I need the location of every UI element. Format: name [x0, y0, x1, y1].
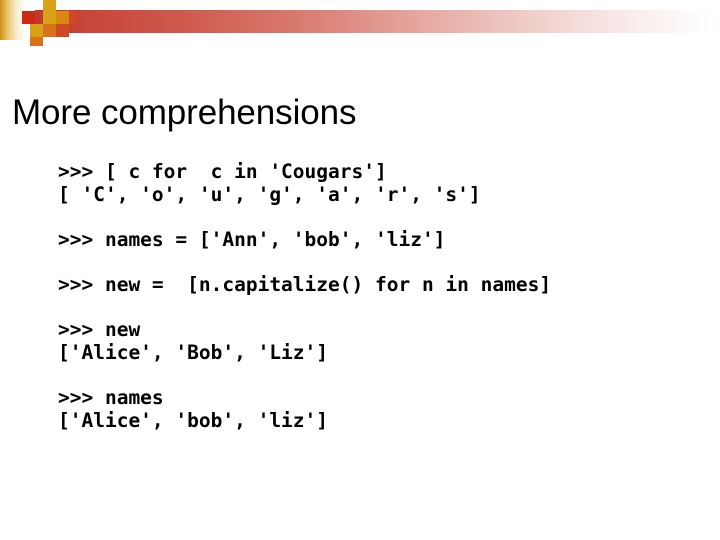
red-gradient-bar [35, 10, 720, 33]
code-line: ['Alice', 'bob', 'liz'] [58, 409, 329, 432]
slide: More comprehensions >>> [ c for c in 'Co… [0, 0, 720, 540]
square-red-far [69, 11, 77, 24]
square-gold-top [43, 0, 56, 13]
square-orange-center [43, 24, 56, 37]
code-line: [ 'C', 'o', 'u', 'g', 'a', 'r', 's'] [58, 183, 481, 206]
square-amber-right [56, 11, 69, 24]
code-line: >>> new [58, 318, 141, 341]
code-line: ['Alice', 'Bob', 'Liz'] [58, 341, 329, 364]
code-line: >>> names [58, 386, 164, 409]
square-red-left [22, 11, 35, 24]
code-group-names-assignment: >>> names = ['Ann', 'bob', 'liz'] [58, 228, 720, 251]
code-line: >>> names = ['Ann', 'bob', 'liz'] [58, 228, 446, 251]
code-group-names-output: >>> names ['Alice', 'bob', 'liz'] [58, 386, 720, 432]
square-gold-lower [30, 24, 43, 37]
square-orange-bottom [30, 37, 43, 46]
code-group-comprehension-over-string: >>> [ c for c in 'Cougars'][ 'C', 'o', '… [58, 160, 720, 206]
slide-header-decoration [0, 0, 720, 46]
code-line: >>> [ c for c in 'Cougars'] [58, 160, 387, 183]
code-block: >>> [ c for c in 'Cougars'][ 'C', 'o', '… [58, 160, 720, 432]
code-group-new-comprehension: >>> new = [n.capitalize() for n in names… [58, 273, 720, 296]
page-title: More comprehensions [12, 93, 357, 133]
square-red-right [56, 24, 69, 37]
code-group-new-output: >>> new ['Alice', 'Bob', 'Liz'] [58, 318, 720, 364]
code-line: >>> new = [n.capitalize() for n in names… [58, 273, 552, 296]
